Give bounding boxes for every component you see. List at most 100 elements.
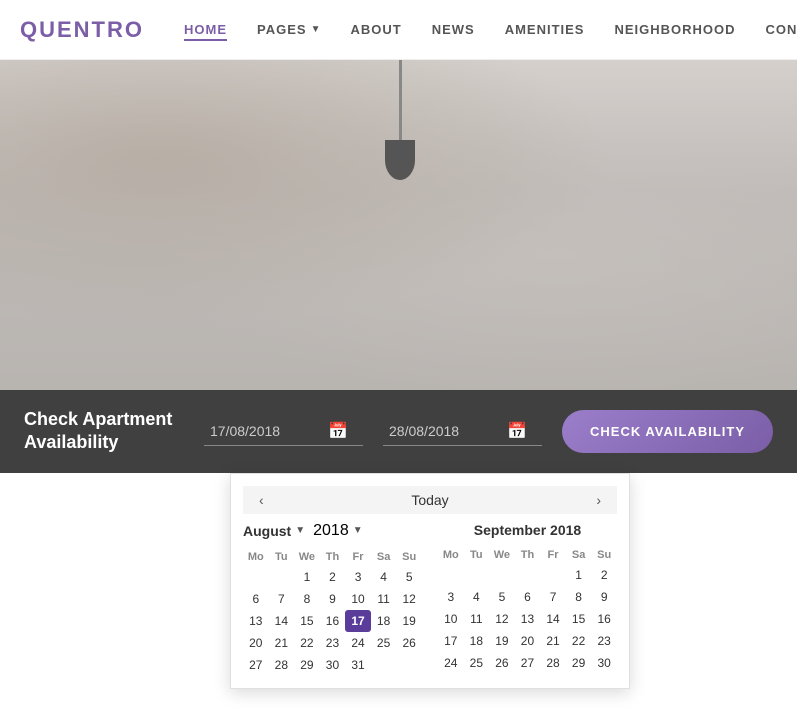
calendar-week-row: 2728293031 bbox=[243, 654, 422, 676]
calendar-day-cell[interactable]: 19 bbox=[396, 610, 422, 632]
calendar-day-cell[interactable]: 8 bbox=[566, 586, 592, 608]
calendar-day-cell[interactable]: 1 bbox=[294, 566, 320, 588]
calendar-day-cell[interactable]: 21 bbox=[540, 630, 566, 652]
calendar-day-cell[interactable]: 5 bbox=[396, 566, 422, 588]
sep-col-tu: Tu bbox=[464, 546, 490, 564]
september-calendar-header: September 2018 bbox=[438, 522, 617, 538]
calendar-day-cell[interactable]: 2 bbox=[320, 566, 346, 588]
calendar-day-cell[interactable]: 25 bbox=[371, 632, 397, 654]
nav-item-contact[interactable]: CONTACT bbox=[766, 21, 797, 39]
calendar-day-cell[interactable]: 10 bbox=[345, 588, 371, 610]
calendar-day-cell[interactable]: 18 bbox=[464, 630, 490, 652]
nav-item-neighborhood[interactable]: NEIGHBORHOOD bbox=[614, 21, 735, 39]
calendar-day-cell[interactable]: 24 bbox=[345, 632, 371, 654]
calendar-day-cell[interactable]: 8 bbox=[294, 588, 320, 610]
calendar-day-cell[interactable]: 13 bbox=[515, 608, 541, 630]
august-year-dropdown-icon[interactable]: ▼ bbox=[353, 525, 363, 536]
calendar-today-label[interactable]: Today bbox=[411, 492, 448, 508]
calendar-day-cell[interactable]: 31 bbox=[345, 654, 371, 676]
calendar-day-cell[interactable]: 16 bbox=[591, 608, 617, 630]
august-calendar-header: August ▼ 2018 ▼ bbox=[243, 522, 422, 540]
nav-item-amenities[interactable]: AMENITIES bbox=[505, 21, 585, 39]
calendar-day-cell[interactable]: 29 bbox=[294, 654, 320, 676]
calendar-day-cell[interactable]: 12 bbox=[489, 608, 515, 630]
nav-item-home[interactable]: HOME bbox=[184, 21, 227, 39]
calendar-day-cell[interactable]: 1 bbox=[566, 564, 592, 586]
calendar-day-cell[interactable]: 24 bbox=[438, 652, 464, 674]
calendar-day-cell[interactable]: 23 bbox=[591, 630, 617, 652]
calendar-day-cell[interactable]: 21 bbox=[269, 632, 295, 654]
end-date-calendar-icon[interactable]: 📅 bbox=[507, 421, 527, 441]
calendar-day-cell[interactable]: 12 bbox=[396, 588, 422, 610]
calendar-day-cell[interactable]: 4 bbox=[464, 586, 490, 608]
august-dropdown-icon[interactable]: ▼ bbox=[295, 525, 305, 536]
calendar-day-cell bbox=[269, 566, 295, 588]
calendar-day-cell[interactable]: 13 bbox=[243, 610, 269, 632]
availability-bar: Check ApartmentAvailability 17/08/2018 📅… bbox=[0, 390, 797, 473]
calendar-day-cell[interactable]: 10 bbox=[438, 608, 464, 630]
calendar-day-cell[interactable]: 6 bbox=[243, 588, 269, 610]
calendar-day-cell[interactable]: 7 bbox=[540, 586, 566, 608]
calendar-day-cell[interactable]: 6 bbox=[515, 586, 541, 608]
nav-item-news[interactable]: NEWS bbox=[432, 21, 475, 39]
check-availability-button[interactable]: CHECK AVAILABILITY bbox=[562, 410, 773, 453]
calendar-day-cell[interactable]: 22 bbox=[566, 630, 592, 652]
calendar-day-cell[interactable]: 19 bbox=[489, 630, 515, 652]
calendar-day-cell[interactable]: 16 bbox=[320, 610, 346, 632]
calendar-day-cell[interactable]: 30 bbox=[591, 652, 617, 674]
calendar-day-cell bbox=[489, 564, 515, 586]
start-date-input[interactable]: 17/08/2018 bbox=[210, 423, 320, 439]
calendar-day-cell[interactable]: 14 bbox=[269, 610, 295, 632]
calendar-day-cell[interactable]: 20 bbox=[515, 630, 541, 652]
calendar-day-cell[interactable]: 18 bbox=[371, 610, 397, 632]
end-date-input[interactable]: 28/08/2018 bbox=[389, 423, 499, 439]
calendar-week-row: 17181920212223 bbox=[438, 630, 617, 652]
nav-item-pages[interactable]: PAGES ▼ bbox=[257, 22, 320, 37]
calendar-day-cell[interactable]: 22 bbox=[294, 632, 320, 654]
calendar-day-cell[interactable]: 7 bbox=[269, 588, 295, 610]
calendar-day-cell[interactable]: 4 bbox=[371, 566, 397, 588]
calendar-day-cell[interactable]: 15 bbox=[294, 610, 320, 632]
calendar-day-cell[interactable]: 26 bbox=[396, 632, 422, 654]
calendar-day-cell[interactable]: 3 bbox=[345, 566, 371, 588]
calendar-day-cell[interactable]: 20 bbox=[243, 632, 269, 654]
calendar-day-cell bbox=[515, 564, 541, 586]
calendar-prev-button[interactable]: ‹ bbox=[251, 490, 272, 510]
calendar-nav: ‹ Today › bbox=[243, 486, 617, 514]
calendar-day-cell[interactable]: 28 bbox=[269, 654, 295, 676]
calendar-day-cell[interactable]: 27 bbox=[515, 652, 541, 674]
calendar-day-cell[interactable]: 15 bbox=[566, 608, 592, 630]
calendar-day-cell[interactable]: 5 bbox=[489, 586, 515, 608]
calendar-day-cell[interactable]: 2 bbox=[591, 564, 617, 586]
calendar-day-cell[interactable]: 25 bbox=[464, 652, 490, 674]
calendar-day-cell bbox=[540, 564, 566, 586]
sep-col-fr: Fr bbox=[540, 546, 566, 564]
start-date-calendar-icon[interactable]: 📅 bbox=[328, 421, 348, 441]
august-calendar: August ▼ 2018 ▼ Mo Tu We Th Fr Sa Su bbox=[243, 522, 422, 676]
calendar-next-button[interactable]: › bbox=[588, 490, 609, 510]
calendar-day-cell[interactable]: 29 bbox=[566, 652, 592, 674]
calendar-day-cell[interactable]: 17 bbox=[438, 630, 464, 652]
august-month-label: August bbox=[243, 523, 291, 539]
calendar-day-cell[interactable]: 17 bbox=[345, 610, 371, 632]
calendar-day-cell[interactable]: 14 bbox=[540, 608, 566, 630]
calendar-day-cell[interactable]: 27 bbox=[243, 654, 269, 676]
calendar-day-cell[interactable]: 30 bbox=[320, 654, 346, 676]
calendar-day-cell[interactable]: 3 bbox=[438, 586, 464, 608]
calendar-week-row: 3456789 bbox=[438, 586, 617, 608]
nav-item-about[interactable]: ABOUT bbox=[350, 21, 401, 39]
start-date-field[interactable]: 17/08/2018 📅 bbox=[204, 417, 363, 446]
calendar-day-cell[interactable]: 26 bbox=[489, 652, 515, 674]
september-calendar-body: 1234567891011121314151617181920212223242… bbox=[438, 564, 617, 674]
calendar-day-cell[interactable]: 9 bbox=[591, 586, 617, 608]
calendar-day-cell[interactable]: 23 bbox=[320, 632, 346, 654]
end-date-field[interactable]: 28/08/2018 📅 bbox=[383, 417, 542, 446]
aug-col-we: We bbox=[294, 548, 320, 566]
calendar-day-cell bbox=[243, 566, 269, 588]
calendar-day-cell[interactable]: 9 bbox=[320, 588, 346, 610]
calendar-day-cell[interactable]: 11 bbox=[371, 588, 397, 610]
calendar-day-cell[interactable]: 28 bbox=[540, 652, 566, 674]
nav-links: HOME PAGES ▼ ABOUT NEWS AMENITIES NEIGHB… bbox=[184, 21, 797, 39]
calendar-day-cell[interactable]: 11 bbox=[464, 608, 490, 630]
brand-logo[interactable]: QUENTRO bbox=[20, 17, 144, 43]
